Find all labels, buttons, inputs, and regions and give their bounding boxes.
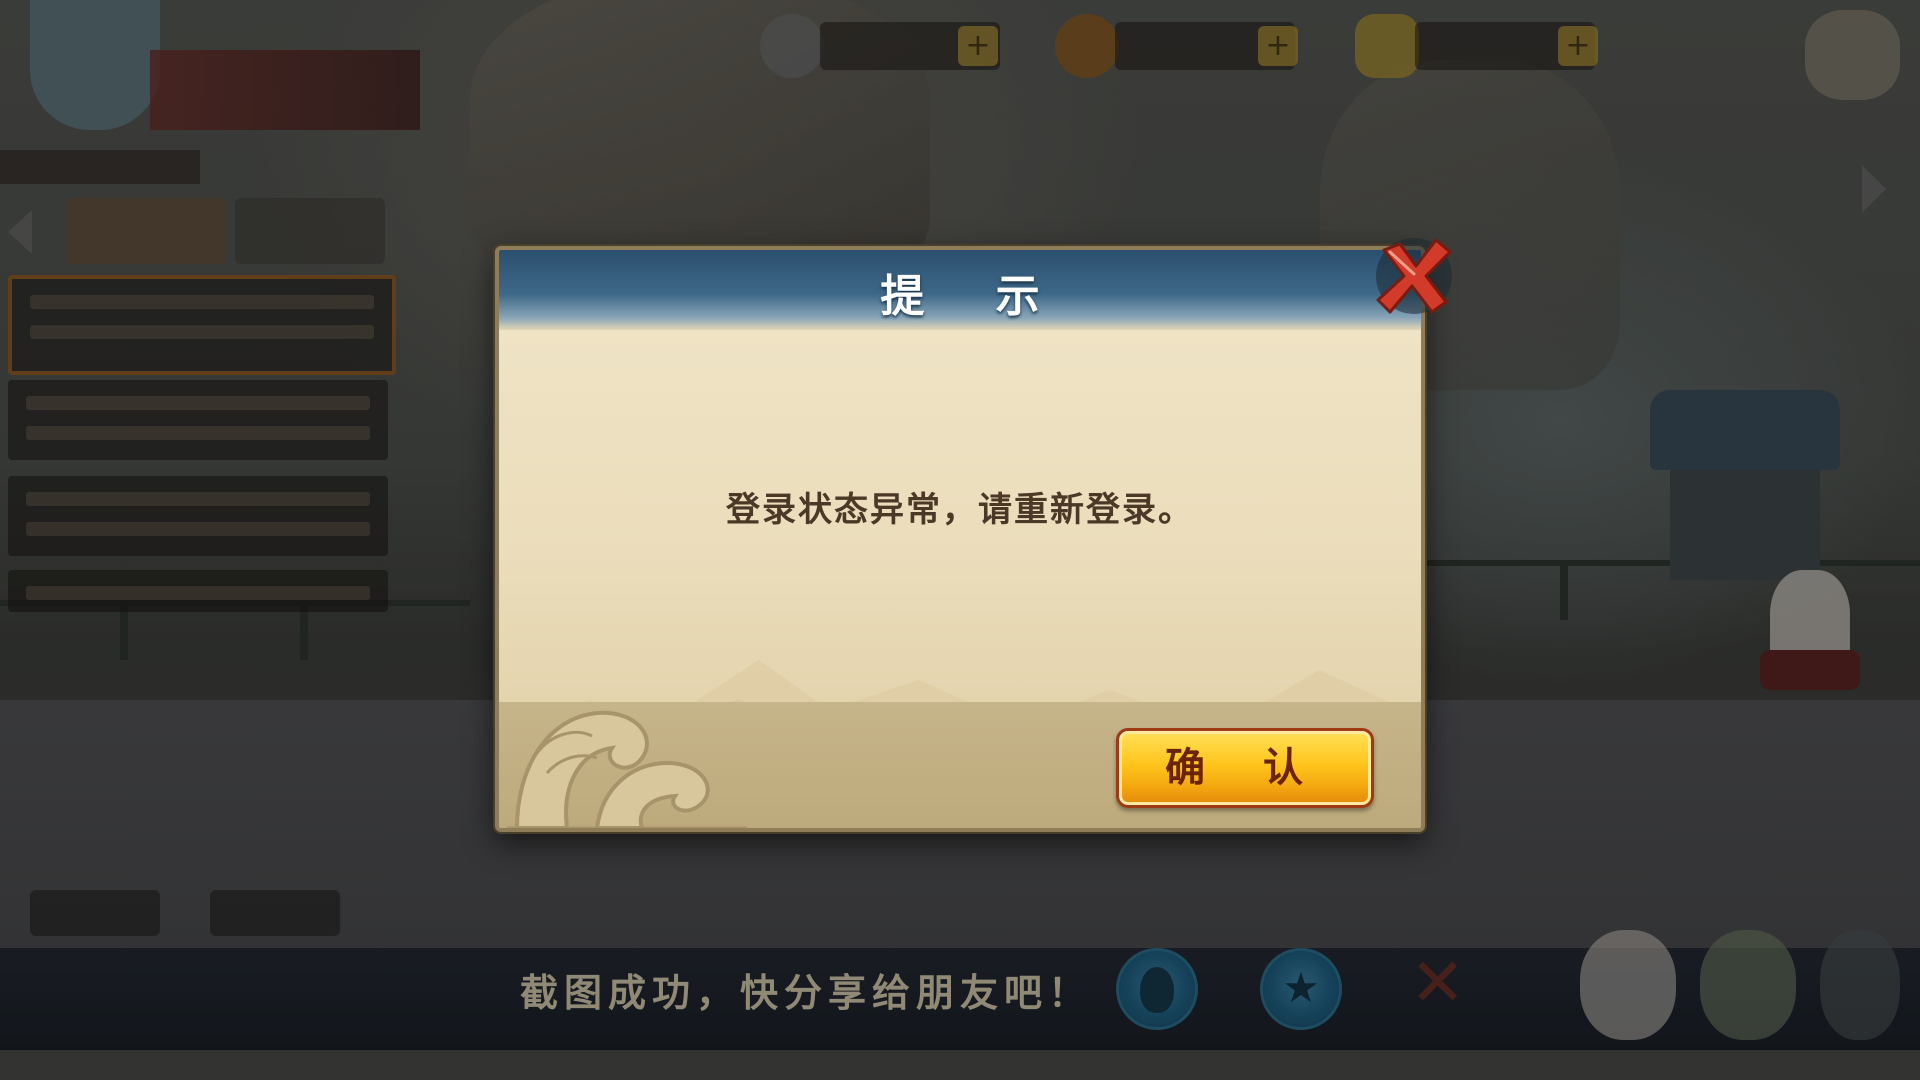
alert-dialog: 提 示 登录状态异常，请重新登录。 确 认: [495, 246, 1425, 832]
confirm-label: 确 认: [1165, 744, 1325, 791]
confirm-button[interactable]: 确 认: [1116, 728, 1374, 808]
close-x-icon[interactable]: [1370, 232, 1458, 320]
dialog-header: 提 示: [499, 250, 1421, 330]
dialog-title: 提 示: [880, 271, 1068, 322]
dialog-message: 登录状态异常，请重新登录。: [726, 490, 1194, 530]
wave-decoration: [507, 710, 747, 828]
